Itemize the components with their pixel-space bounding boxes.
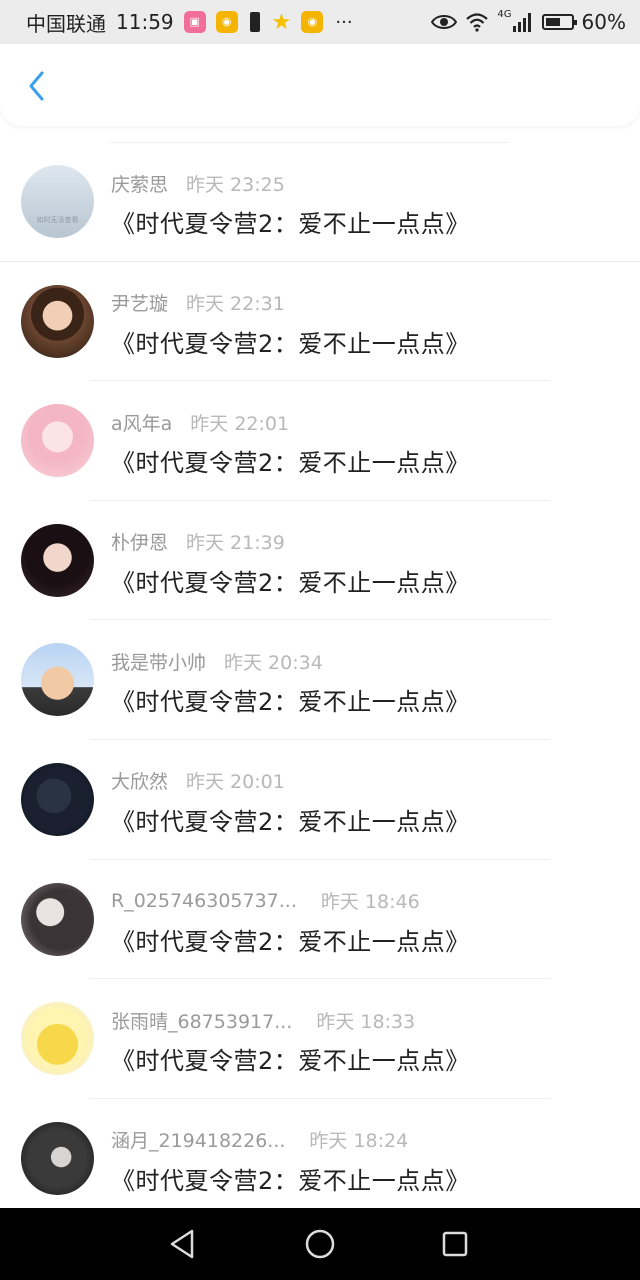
comment-text-block: 朴伊恩 昨天 21:39 《时代夏令营2：爱不止一点点》 (111, 527, 620, 598)
signal-icon (512, 13, 531, 32)
comment-row[interactable]: 如时无法查看 庆萦思 昨天 23:25 《时代夏令营2：爱不止一点点》 (0, 142, 640, 262)
comment-content: 《时代夏令营2：爱不止一点点》 (111, 210, 470, 238)
avatar[interactable] (21, 1002, 94, 1076)
comment-content: 《时代夏令营2：爱不止一点点》 (111, 329, 470, 358)
back-button[interactable] (18, 68, 54, 104)
battery-alert-icon (249, 12, 260, 32)
avatar[interactable] (21, 762, 94, 836)
comment-row[interactable]: 我是带小帅 昨天 20:34 《时代夏令营2：爱不止一点点》 (0, 620, 640, 740)
timestamp: 昨天 20:34 (224, 651, 323, 674)
username[interactable]: R_025746305737... (111, 890, 297, 912)
comment-meta: 张雨晴_68753917... 昨天 18:33 (111, 1005, 620, 1035)
username[interactable]: 大欣然 (111, 767, 168, 794)
username[interactable]: 朴伊恩 (111, 528, 168, 555)
timestamp: 昨天 18:46 (320, 891, 420, 914)
comment-meta: 尹艺璇 昨天 22:31 (111, 288, 620, 318)
nav-back-button[interactable] (164, 1226, 200, 1262)
status-bar: 中国联通 11:59 ▣ ◉ ★ ◉ ··· 4G 60% (0, 0, 640, 44)
avatar[interactable] (21, 284, 94, 358)
avatar[interactable] (21, 523, 94, 597)
avatar[interactable] (21, 643, 94, 717)
nav-recents-button[interactable] (437, 1226, 473, 1262)
comment-row[interactable]: 尹艺璇 昨天 22:31 《时代夏令营2：爱不止一点点》 (0, 262, 640, 382)
comment-meta: 我是带小帅 昨天 20:34 (111, 646, 620, 676)
comment-text-block: 我是带小帅 昨天 20:34 《时代夏令营2：爱不止一点点》 (111, 646, 620, 717)
comment-text-block: 大欣然 昨天 20:01 《时代夏令营2：爱不止一点点》 (111, 766, 620, 837)
comment-meta: 庆萦思 昨天 23:25 (111, 168, 620, 198)
comment-row[interactable]: 涵月_219418226... 昨天 18:24 《时代夏令营2：爱不止一点点》 (0, 1099, 640, 1219)
circle-home-icon (305, 1229, 335, 1259)
status-right: 4G 60% (431, 8, 626, 34)
weibo-app-icon-2: ◉ (301, 11, 324, 33)
comment-list: 如时无法查看 庆萦思 昨天 23:25 《时代夏令营2：爱不止一点点》 尹艺璇 昨天 22… (0, 142, 640, 1219)
wifi-icon (466, 13, 489, 32)
comment-text-block: 张雨晴_68753917... 昨天 18:33 《时代夏令营2：爱不止一点点》 (111, 1005, 620, 1076)
triangle-back-icon (170, 1229, 194, 1259)
comment-row[interactable]: 张雨晴_68753917... 昨天 18:33 《时代夏令营2：爱不止一点点》 (0, 979, 640, 1099)
username[interactable]: 涵月_219418226... (111, 1126, 285, 1153)
comment-text-block: a风年a 昨天 22:01 《时代夏令营2：爱不止一点点》 (111, 407, 620, 478)
comment-text-block: 涵月_219418226... 昨天 18:24 《时代夏令营2：爱不止一点点》 (111, 1125, 620, 1196)
avatar[interactable] (21, 1121, 94, 1195)
comment-text-block: 尹艺璇 昨天 22:31 《时代夏令营2：爱不止一点点》 (111, 288, 620, 359)
comment-content: 《时代夏令营2：爱不止一点点》 (111, 568, 470, 597)
battery-level (545, 18, 560, 26)
clock: 11:59 (116, 10, 174, 34)
timestamp: 昨天 21:39 (186, 532, 285, 555)
comment-meta: 涵月_219418226... 昨天 18:24 (111, 1125, 620, 1155)
system-nav-bar (0, 1208, 640, 1280)
comment-row[interactable]: 大欣然 昨天 20:01 《时代夏令营2：爱不止一点点》 (0, 740, 640, 860)
more-notifications-icon: ··· (335, 11, 353, 33)
comment-text-block: R_025746305737... 昨天 18:46 《时代夏令营2：爱不止一点点》 (111, 886, 620, 957)
bilibili-app-icon: ▣ (183, 11, 206, 33)
username[interactable]: 尹艺璇 (111, 289, 168, 316)
username[interactable]: a风年a (111, 409, 172, 436)
comment-row[interactable]: R_025746305737... 昨天 18:46 《时代夏令营2：爱不止一点点》 (0, 860, 640, 980)
comment-meta: a风年a 昨天 22:01 (111, 407, 620, 437)
square-recents-icon (442, 1231, 468, 1257)
chevron-left-icon (29, 71, 44, 101)
comment-content: 《时代夏令营2：爱不止一点点》 (111, 1047, 470, 1076)
battery-percent: 60% (581, 10, 626, 34)
comment-content: 《时代夏令营2：爱不止一点点》 (111, 1166, 470, 1195)
username[interactable]: 庆萦思 (111, 170, 168, 197)
username[interactable]: 我是带小帅 (111, 648, 206, 675)
avatar[interactable] (21, 882, 94, 956)
username[interactable]: 张雨晴_68753917... (111, 1007, 292, 1034)
network-type-label: 4G (497, 8, 512, 20)
avatar[interactable]: 如时无法查看 (21, 165, 94, 238)
battery-icon (541, 14, 577, 30)
comment-meta: R_025746305737... 昨天 18:46 (111, 886, 620, 916)
comment-row[interactable]: a风年a 昨天 22:01 《时代夏令营2：爱不止一点点》 (0, 381, 640, 501)
timestamp: 昨天 20:01 (186, 771, 285, 794)
status-left: 中国联通 11:59 ▣ ◉ ★ ◉ ··· (26, 8, 353, 37)
comment-content: 《时代夏令营2：爱不止一点点》 (111, 807, 470, 836)
timestamp: 昨天 18:33 (316, 1010, 416, 1033)
comment-text-block: 庆萦思 昨天 23:25 《时代夏令营2：爱不止一点点》 (111, 168, 620, 239)
carrier-label: 中国联通 (26, 11, 106, 36)
comment-content: 《时代夏令营2：爱不止一点点》 (111, 688, 470, 717)
timestamp: 昨天 23:25 (186, 173, 285, 196)
timestamp: 昨天 22:01 (190, 412, 290, 435)
eye-icon (431, 15, 458, 29)
comment-content: 《时代夏令营2：爱不止一点点》 (111, 449, 470, 478)
comment-content: 《时代夏令营2：爱不止一点点》 (111, 927, 470, 956)
weibo-app-icon: ◉ (215, 11, 238, 33)
comment-row[interactable]: 朴伊恩 昨天 21:39 《时代夏令营2：爱不止一点点》 (0, 501, 640, 621)
top-header (0, 44, 640, 126)
nav-home-button[interactable] (302, 1226, 338, 1262)
avatar-placeholder-caption: 如时无法查看 (36, 216, 79, 224)
comment-meta: 大欣然 昨天 20:01 (111, 766, 620, 796)
timestamp: 昨天 18:24 (309, 1130, 409, 1153)
timestamp: 昨天 22:31 (186, 293, 285, 316)
star-app-icon: ★ (271, 9, 292, 35)
avatar[interactable] (21, 404, 94, 478)
comment-meta: 朴伊恩 昨天 21:39 (111, 527, 620, 557)
